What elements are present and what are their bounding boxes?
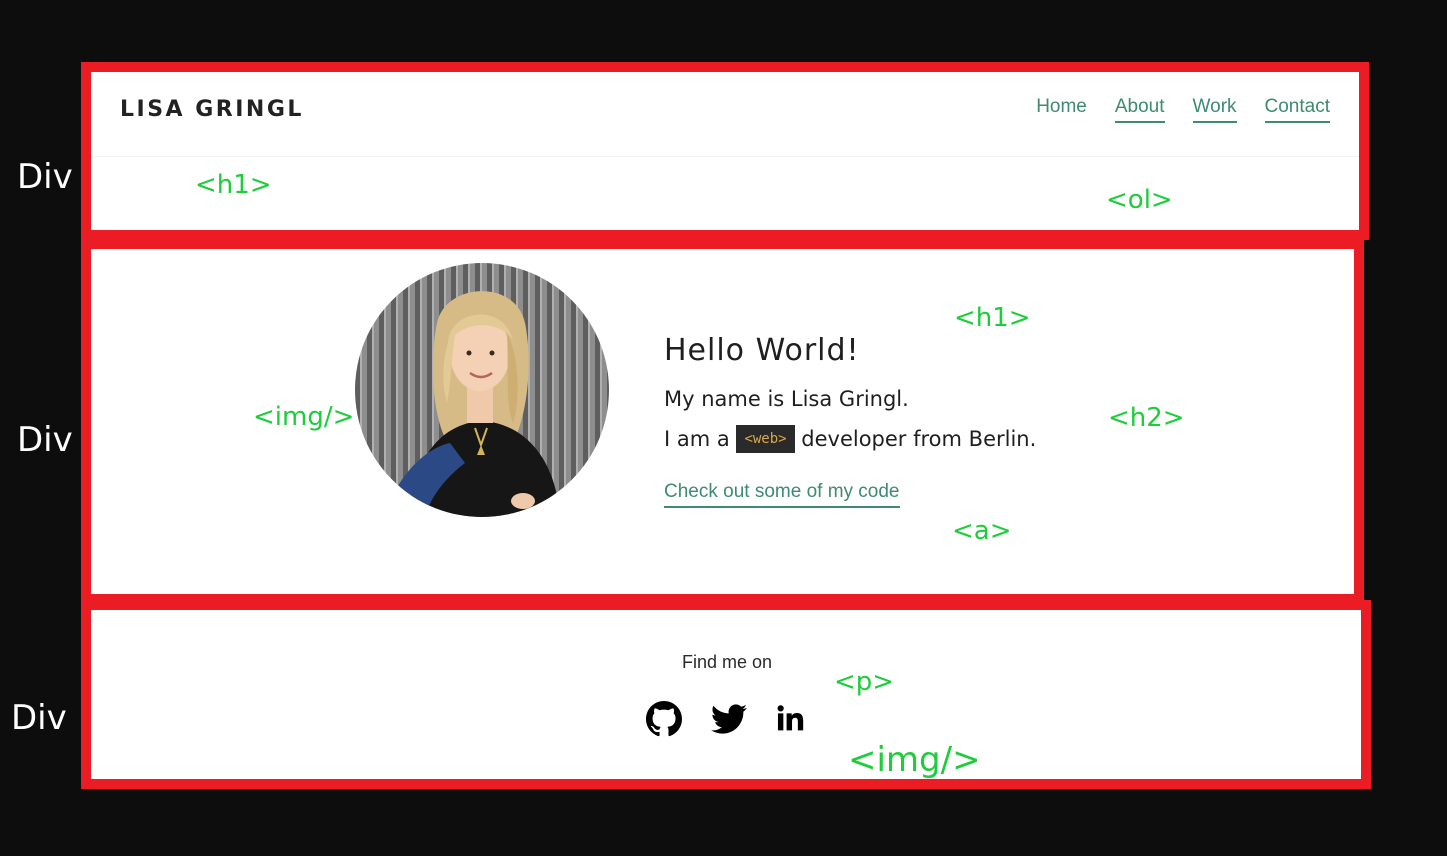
linkedin-icon[interactable] [771, 700, 809, 738]
tag-label-hero-a: <a> [952, 516, 1012, 546]
nav-item-contact: Contact [1264, 96, 1330, 123]
nav-item-about: About [1114, 96, 1165, 123]
annotated-page-canvas: Div Div Div LISA GRINGL Home About Work … [0, 0, 1447, 856]
profile-photo [355, 263, 609, 517]
code-link[interactable]: Check out some of my code [664, 481, 900, 508]
footer-div-label: Div [11, 698, 67, 738]
nav-link-about[interactable]: About [1114, 96, 1165, 123]
hero-subtitle: My name is Lisa Gringl. I am a <web> dev… [664, 379, 1036, 459]
tag-label-footer-p: <p> [834, 667, 895, 697]
footer-div-box [81, 600, 1371, 789]
tag-label-header-h1: <h1> [195, 170, 272, 200]
find-me-text: Find me on [682, 652, 773, 672]
tag-label-header-ol: <ol> [1106, 185, 1173, 215]
hero-subtitle-line2-start: I am a [664, 427, 730, 451]
hero-subtitle-line1: My name is Lisa Gringl. [664, 387, 909, 411]
tag-label-hero-h1: <h1> [954, 303, 1031, 333]
tag-label-footer-img: <img/> [848, 740, 981, 780]
nav-item-home: Home [1036, 96, 1087, 118]
tag-label-hero-img: <img/> [253, 402, 355, 432]
site-title[interactable]: LISA GRINGL [120, 97, 304, 122]
web-badge: <web> [736, 425, 795, 453]
github-icon[interactable] [645, 700, 683, 738]
main-nav: Home About Work Contact [1036, 96, 1330, 123]
header-div-label: Div [17, 157, 73, 197]
nav-item-work: Work [1192, 96, 1237, 123]
nav-link-contact[interactable]: Contact [1264, 96, 1330, 123]
tag-label-hero-h2: <h2> [1108, 403, 1185, 433]
hero-subtitle-line2-end: developer from Berlin. [801, 427, 1037, 451]
nav-link-work[interactable]: Work [1192, 96, 1237, 123]
header-div-box [81, 62, 1369, 240]
profile-photo-illustration [355, 263, 609, 517]
hero-div-label: Div [17, 420, 73, 460]
twitter-icon[interactable] [710, 700, 748, 738]
nav-link-home[interactable]: Home [1036, 96, 1087, 121]
hero-title: Hello World! [664, 333, 860, 368]
header-divider [91, 156, 1359, 157]
